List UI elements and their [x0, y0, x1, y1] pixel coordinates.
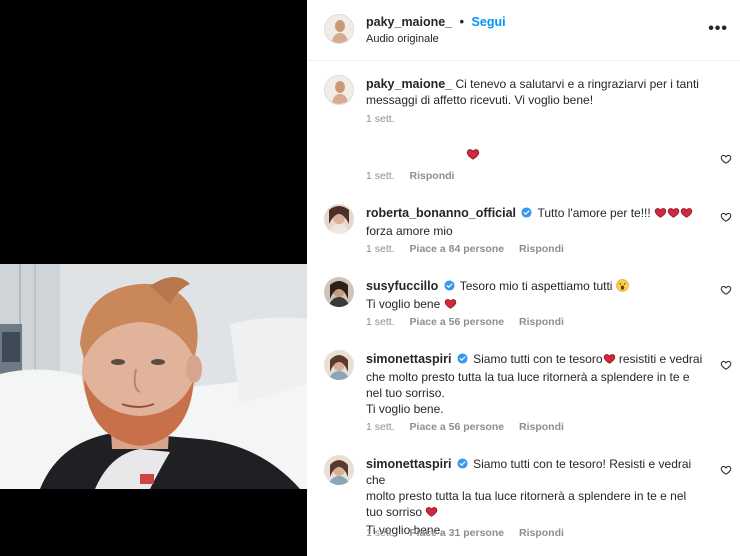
- reply-button[interactable]: Rispondi: [519, 527, 564, 539]
- more-options-icon[interactable]: •••: [708, 20, 728, 38]
- caption-line2: messaggi di affetto ricevuti. Vi voglio …: [366, 93, 594, 107]
- verified-badge-icon: [521, 207, 532, 218]
- comment-body: Tutto l'amore per te!!!: [537, 206, 651, 220]
- comment-body-line2: Ti voglio bene: [366, 297, 441, 311]
- scream-emoji-icon: [616, 279, 629, 296]
- verified-badge-icon: [457, 458, 468, 469]
- heart-emoji-icon: [444, 297, 457, 314]
- header-user-line: paky_maione_ • Segui: [366, 15, 506, 29]
- verified-badge-icon: [444, 280, 455, 291]
- like-comment-heart-icon[interactable]: [720, 211, 732, 223]
- comment-body-line3: tuo sorriso: [366, 505, 423, 519]
- comment-time[interactable]: 1 sett.: [366, 421, 395, 433]
- comment-item: simonettaspiri Siamo tutti con te tesoro…: [307, 347, 740, 443]
- author-username[interactable]: paky_maione_: [366, 15, 452, 29]
- caption: paky_maione_ Ci tenevo a salutarvi e a r…: [307, 71, 740, 131]
- video-frame-image: [0, 264, 307, 489]
- comment-item: 1 sett. Rispondi: [307, 140, 740, 190]
- verified-badge-icon: [457, 353, 468, 364]
- commenter-username[interactable]: susyfuccillo: [366, 279, 438, 293]
- likes-count[interactable]: Piace a 56 persone: [410, 421, 505, 433]
- post-media[interactable]: [0, 0, 307, 556]
- comment-body-line4: Ti voglio bene.: [366, 402, 444, 416]
- comment-meta: 1 sett. Piace a 31 persone Rispondi: [366, 527, 576, 539]
- likes-count[interactable]: Piace a 84 persone: [410, 243, 505, 255]
- comment-time[interactable]: 1 sett.: [366, 527, 395, 539]
- comment-text: roberta_bonanno_official Tutto l'amore p…: [366, 205, 711, 239]
- comment-body-line2: che molto presto tutta la tua luce ritor…: [366, 370, 690, 384]
- comment-time[interactable]: 1 sett.: [366, 170, 395, 182]
- comment-body-line3: nel tuo sorriso.: [366, 386, 445, 400]
- commenter-avatar[interactable]: [324, 350, 354, 380]
- caption-line1: Ci tenevo a salutarvi e a ringraziarvi p…: [455, 77, 699, 91]
- post-header: paky_maione_ • Segui Audio originale •••: [307, 0, 740, 61]
- commenter-username[interactable]: simonettaspiri: [366, 352, 451, 366]
- comment-body: Tesoro mio ti aspettiamo tutti: [459, 279, 613, 293]
- comment-item: simonettaspiri Siamo tutti con te tesoro…: [307, 452, 740, 552]
- like-comment-heart-icon[interactable]: [720, 153, 732, 165]
- comments-panel: paky_maione_ • Segui Audio originale •••…: [307, 0, 740, 556]
- reply-button[interactable]: Rispondi: [519, 421, 564, 433]
- commenter-username[interactable]: roberta_bonanno_official: [366, 206, 516, 220]
- heart-emoji-icon: [425, 505, 438, 522]
- comment-time[interactable]: 1 sett.: [366, 243, 395, 255]
- likes-count[interactable]: Piace a 56 persone: [410, 316, 505, 328]
- comment-meta: 1 sett. Piace a 56 persone Rispondi: [366, 316, 576, 328]
- caption-username[interactable]: paky_maione_: [366, 77, 452, 91]
- comment-meta: 1 sett. Piace a 56 persone Rispondi: [366, 421, 576, 433]
- like-comment-heart-icon[interactable]: [720, 359, 732, 371]
- like-comment-heart-icon[interactable]: [720, 464, 732, 476]
- commenter-username[interactable]: simonettaspiri: [366, 457, 451, 471]
- caption-text: paky_maione_ Ci tenevo a salutarvi e a r…: [366, 76, 711, 108]
- author-avatar[interactable]: [324, 14, 354, 44]
- follow-button[interactable]: Segui: [472, 15, 506, 29]
- comment-body-line2: molto presto tutta la tua luce ritornerà…: [366, 489, 687, 503]
- comment-body: Siamo tutti con te tesoro: [473, 352, 603, 366]
- caption-avatar[interactable]: [324, 75, 354, 105]
- commenter-avatar[interactable]: [324, 455, 354, 485]
- comment-body-tail: resistiti e vedrai: [618, 352, 703, 366]
- audio-label[interactable]: Audio originale: [366, 33, 439, 45]
- likes-count[interactable]: Piace a 31 persone: [410, 527, 505, 539]
- comment-time[interactable]: 1 sett.: [366, 316, 395, 328]
- like-comment-heart-icon[interactable]: [720, 284, 732, 296]
- comment-meta: 1 sett. Rispondi: [366, 170, 466, 182]
- comment-item: roberta_bonanno_official Tutto l'amore p…: [307, 201, 740, 263]
- comment-text: simonettaspiri Siamo tutti con te tesoro…: [366, 351, 711, 417]
- commenter-avatar[interactable]: [324, 277, 354, 307]
- heart-emoji-icon: [466, 147, 480, 166]
- reply-button[interactable]: Rispondi: [519, 316, 564, 328]
- video-player[interactable]: [0, 264, 307, 489]
- caption-meta: 1 sett.: [366, 113, 407, 125]
- comment-body-line2: forza amore mio: [366, 224, 453, 238]
- comment-text: simonettaspiri Siamo tutti con te tesoro…: [366, 456, 711, 538]
- comment-item: susyfuccillo Tesoro mio ti aspettiamo tu…: [307, 274, 740, 336]
- comment-meta: 1 sett. Piace a 84 persone Rispondi: [366, 243, 576, 255]
- separator-dot: •: [459, 15, 465, 29]
- heart-emoji-icon: [603, 352, 616, 369]
- hearts-emoji-icon: [654, 206, 693, 223]
- comment-text: susyfuccillo Tesoro mio ti aspettiamo tu…: [366, 278, 711, 314]
- reply-button[interactable]: Rispondi: [410, 170, 455, 182]
- caption-time[interactable]: 1 sett.: [366, 113, 395, 125]
- reply-button[interactable]: Rispondi: [519, 243, 564, 255]
- commenter-avatar[interactable]: [324, 204, 354, 234]
